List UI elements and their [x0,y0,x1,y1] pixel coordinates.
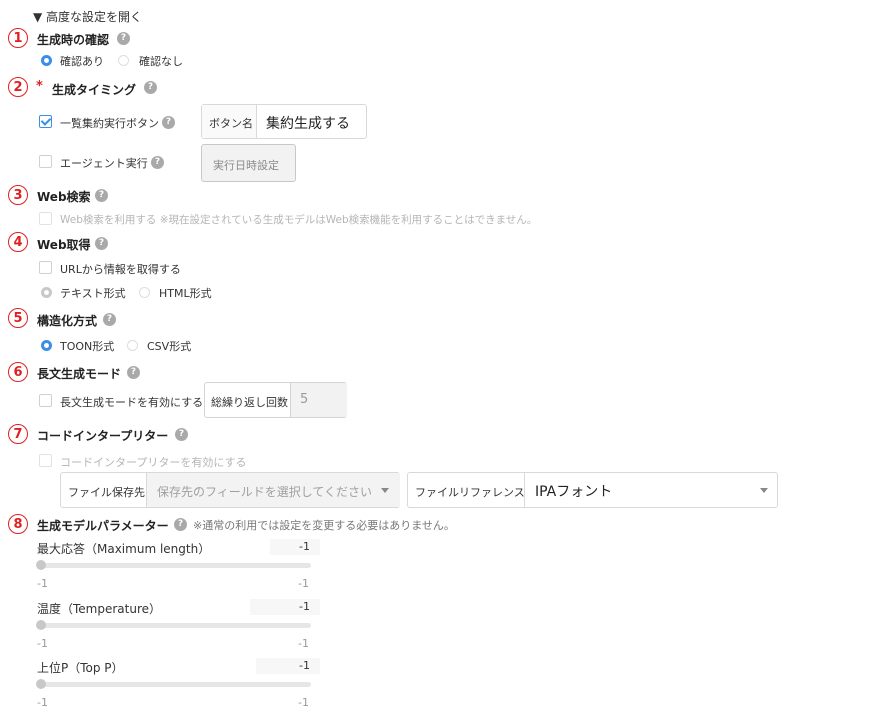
params-note: ※通常の利用では設定を変更する必要はありません。 [193,519,455,532]
timing-title: 生成タイミング [52,83,137,97]
button-name-input[interactable]: 集約生成する [266,113,350,133]
section-number-3: 3 [8,185,28,205]
long-mode-checkbox[interactable] [39,394,52,407]
help-icon[interactable]: ? [127,366,140,379]
structure-title: 構造化方式 [37,314,98,328]
html-format-label: HTML形式 [159,287,212,300]
long-mode-title: 長文生成モード [37,367,122,381]
web-fetch-label: URLから情報を取得する [60,263,181,276]
long-mode-label: 長文生成モードを有効にする [60,396,204,409]
section-number-7: 7 [8,424,28,444]
repeat-count-input[interactable]: 5 [300,392,308,407]
batch-checkbox[interactable] [39,115,52,128]
top-p-value[interactable]: -1 [256,658,320,674]
section-number-5: 5 [8,308,28,328]
schedule-button-label: 実行日時設定 [213,159,279,172]
confirm-title: 生成時の確認 [37,33,110,47]
save-destination-placeholder: 保存先のフィールドを選択してください [157,485,373,499]
max-length-slider-handle[interactable] [36,560,46,570]
web-search-checkbox[interactable] [39,212,52,225]
help-icon[interactable]: ? [103,313,116,326]
help-icon[interactable]: ? [175,428,188,441]
help-icon[interactable]: ? [151,156,164,169]
web-search-title: Web検索 [37,190,91,204]
section-number-1: 1 [8,28,28,48]
help-icon[interactable]: ? [174,518,187,531]
confirm-no-label: 確認なし [139,55,183,68]
web-search-label: Web検索を利用する ※現在設定されている生成モデルはWeb検索機能を利用するこ… [60,214,538,226]
save-destination-select[interactable]: ファイル保存先 保存先のフィールドを選択してください [60,472,400,508]
text-format-radio[interactable] [41,287,52,298]
file-reference-label: ファイルリファレンス [415,486,525,499]
schedule-button[interactable]: 実行日時設定 [201,144,296,182]
web-fetch-checkbox[interactable] [39,261,52,274]
text-format-label: テキスト形式 [60,287,126,300]
help-icon[interactable]: ? [162,116,175,129]
help-icon[interactable]: ? [95,237,108,250]
confirm-yes-radio[interactable] [41,55,52,66]
max-length-value[interactable]: -1 [270,539,320,555]
toon-format-radio[interactable] [41,340,52,351]
top-p-slider-handle[interactable] [36,679,46,689]
csv-format-label: CSV形式 [147,340,192,353]
section-number-4: 4 [8,232,28,252]
repeat-count-field[interactable]: 総繰り返し回数 5 [204,382,347,418]
code-interpreter-checkbox[interactable] [39,454,52,467]
top-p-max: -1 [298,696,309,709]
help-icon[interactable]: ? [144,81,157,94]
agent-label: エージェント実行 [60,157,148,170]
top-p-slider-track[interactable] [37,682,311,687]
temperature-slider-handle[interactable] [36,620,46,630]
agent-checkbox[interactable] [39,155,52,168]
params-title: 生成モデルパラメーター [37,519,169,533]
file-reference-select[interactable]: ファイルリファレンス IPAフォント [407,472,778,508]
temperature-label: 温度（Temperature） [37,602,162,616]
section-number-6: 6 [8,362,28,382]
batch-label: 一覧集約実行ボタン [60,117,159,130]
advanced-settings-toggle[interactable]: ▼ 高度な設定を開く [33,8,142,25]
web-fetch-title: Web取得 [37,238,91,252]
top-p-label: 上位P（Top P） [37,661,124,675]
section-number-2: 2 [8,77,28,97]
required-mark: * [36,79,43,94]
repeat-count-label: 総繰り返し回数 [211,396,288,409]
csv-format-radio[interactable] [127,340,138,351]
temperature-value[interactable]: -1 [250,599,320,615]
max-length-max: -1 [298,577,309,590]
html-format-radio[interactable] [139,287,150,298]
code-interpreter-label: コードインタープリターを有効にする [60,456,247,469]
section-number-8: 8 [8,514,28,534]
temperature-max: -1 [298,637,309,650]
temperature-slider-track[interactable] [37,623,311,628]
help-icon[interactable]: ? [117,32,130,45]
code-interpreter-title: コードインタープリター [37,429,169,443]
max-length-slider-track[interactable] [37,563,311,568]
button-name-label: ボタン名 [209,117,253,130]
max-length-min: -1 [37,577,48,590]
temperature-min: -1 [37,637,48,650]
toon-format-label: TOON形式 [60,340,115,353]
chevron-down-icon[interactable] [381,488,389,493]
button-name-field[interactable]: ボタン名 集約生成する [201,104,367,139]
file-reference-value: IPAフォント [535,484,613,500]
chevron-down-icon[interactable] [760,488,768,493]
top-p-min: -1 [37,696,48,709]
confirm-yes-label: 確認あり [60,55,104,68]
save-destination-label: ファイル保存先 [68,486,145,499]
max-length-label: 最大応答（Maximum length） [37,542,211,556]
confirm-no-radio[interactable] [118,55,129,66]
help-icon[interactable]: ? [95,189,108,202]
